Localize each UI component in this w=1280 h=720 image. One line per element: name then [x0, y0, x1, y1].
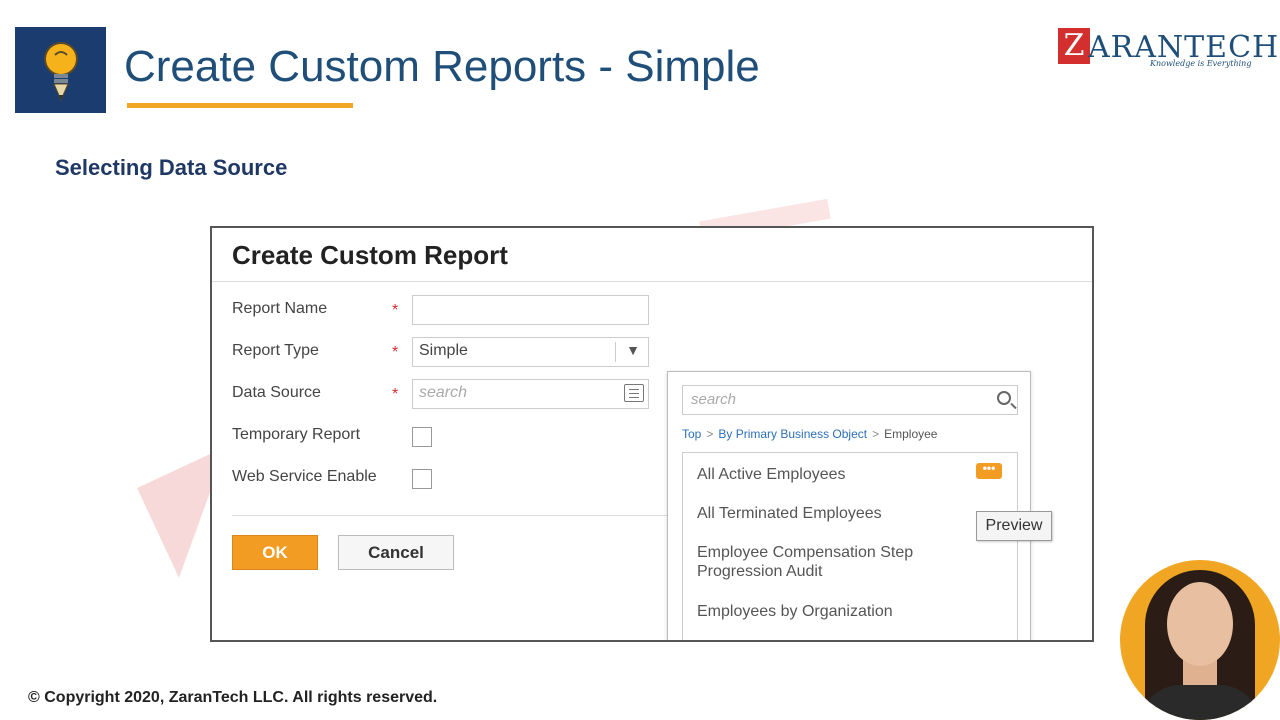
breadcrumb-primary-business-object[interactable]: By Primary Business Object — [718, 427, 867, 441]
data-source-popup: search Top > By Primary Business Object > Em… — [667, 371, 1031, 640]
chevron-down-icon[interactable]: ▼ — [626, 342, 640, 358]
required-mark: * — [392, 386, 399, 403]
required-mark: * — [392, 302, 399, 319]
data-source-label: Data Source — [232, 384, 321, 401]
copyright-footer: © Copyright 2020, ZaranTech LLC. All rig… — [28, 689, 438, 706]
report-type-value: Simple — [419, 342, 468, 359]
breadcrumb-current: Employee — [884, 427, 938, 441]
required-mark: * — [392, 344, 399, 361]
lightbulb-icon-box — [15, 27, 106, 113]
lightbulb-icon — [44, 42, 78, 102]
breadcrumb: Top > By Primary Business Object > Employee — [682, 427, 937, 441]
data-source-placeholder: search — [419, 384, 468, 401]
temporary-report-checkbox[interactable] — [412, 427, 432, 447]
divider — [232, 515, 672, 516]
create-custom-report-dialog: Create Custom Report Report Name * Repor… — [210, 226, 1094, 642]
list-icon[interactable] — [624, 384, 644, 402]
logo-tagline: Knowledge is Everything — [1150, 59, 1252, 68]
divider — [212, 281, 1092, 282]
preview-tooltip: Preview — [976, 511, 1052, 541]
breadcrumb-top[interactable]: Top — [682, 427, 701, 441]
list-item[interactable]: Employees by Organization — [697, 602, 977, 621]
search-icon[interactable] — [997, 391, 1011, 405]
select-divider — [615, 342, 616, 362]
slide-title: Create Custom Reports - Simple — [124, 42, 760, 91]
ok-button[interactable]: OK — [232, 535, 318, 570]
breadcrumb-separator: > — [872, 427, 880, 441]
list-item[interactable]: All Active Employees — [697, 465, 977, 484]
list-item[interactable]: All Terminated Employees — [697, 504, 977, 523]
presenter-face — [1167, 582, 1233, 666]
title-underline — [127, 103, 353, 108]
temporary-report-label: Temporary Report — [232, 426, 361, 443]
dialog-title: Create Custom Report — [232, 240, 508, 270]
breadcrumb-separator: > — [706, 427, 714, 441]
logo-mark: Z — [1058, 28, 1090, 64]
data-source-list: All Active Employees ••• All Terminated … — [682, 452, 1018, 640]
slide-subtitle: Selecting Data Source — [55, 155, 288, 180]
web-service-enable-checkbox[interactable] — [412, 469, 432, 489]
popup-search-input[interactable]: search — [682, 385, 1018, 415]
presenter-avatar — [1120, 560, 1280, 720]
web-service-enable-label: Web Service Enable — [232, 468, 377, 485]
report-type-select[interactable]: Simple ▼ — [412, 337, 649, 367]
report-name-label: Report Name — [232, 300, 328, 317]
zarantech-logo: Z ARANTECH Knowledge is Everything — [1058, 26, 1278, 74]
data-source-input[interactable]: search — [412, 379, 649, 409]
list-item[interactable]: Employee Compensation Step Progression A… — [697, 543, 977, 581]
cancel-button[interactable]: Cancel — [338, 535, 454, 570]
report-name-input[interactable] — [412, 295, 649, 325]
popup-search-placeholder: search — [691, 391, 737, 408]
report-type-label: Report Type — [232, 342, 319, 359]
more-icon[interactable]: ••• — [976, 462, 1002, 479]
